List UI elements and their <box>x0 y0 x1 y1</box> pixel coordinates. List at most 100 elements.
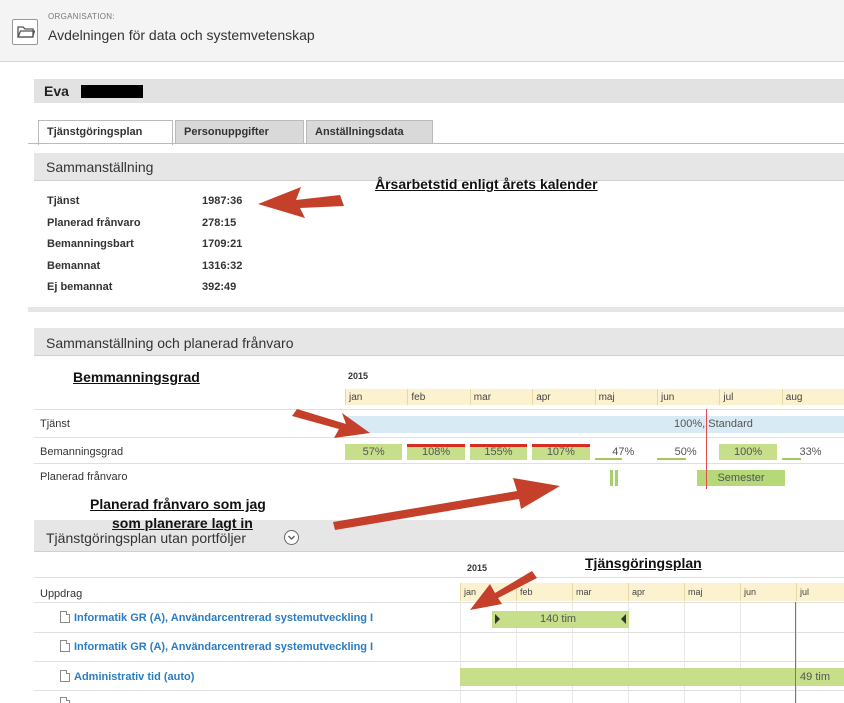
month-feb: feb <box>407 389 469 405</box>
organisation-caption: ORGANISATION: <box>48 12 115 21</box>
row-separator <box>34 661 844 662</box>
uppdrag-row-2[interactable]: Informatik GR (A), Användarcentrerad sys… <box>60 640 373 653</box>
expand-toggle-icon[interactable] <box>284 530 299 545</box>
absence-marker <box>615 470 618 486</box>
document-icon <box>60 640 70 652</box>
arrow-to-tjanst-value <box>258 187 344 218</box>
summary-value-bemannat: 1316:32 <box>202 260 243 272</box>
assignment-bar[interactable]: 140 tim <box>492 611 629 628</box>
plan-title: Tjänstgöringsplan utan portföljer <box>46 530 247 546</box>
staffing-cell: 33% <box>799 446 822 458</box>
row-separator <box>34 690 844 691</box>
organisation-header: ORGANISATION: Avdelningen för data och s… <box>0 0 844 62</box>
staffing-level-line <box>657 458 686 460</box>
uppdrag-column-header: Uppdrag <box>40 588 83 600</box>
plan-month-apr: apr <box>628 583 684 601</box>
staffing-cell: 100% <box>719 444 777 460</box>
plan-grid-column <box>740 602 741 703</box>
absence-marker <box>610 470 613 486</box>
tab-divider <box>28 143 844 144</box>
uppdrag-label: Informatik GR (A), Användarcentrerad sys… <box>74 612 374 624</box>
bar-start-handle-icon[interactable] <box>495 614 500 624</box>
admin-time-bar[interactable]: 49 tim <box>460 668 844 686</box>
summary-label-tjanst: Tjänst <box>47 195 80 207</box>
uppdrag-row-3[interactable]: Administrativ tid (auto) <box>60 670 194 683</box>
plan-grid-column <box>684 602 685 703</box>
summary-value-planerad-franvaro: 278:15 <box>202 217 237 229</box>
bar-end-handle-icon[interactable] <box>621 614 626 624</box>
month-header: jan feb mar apr maj jun jul aug <box>345 389 844 405</box>
planned-panel-header: Sammanställning och planerad frånvaro <box>34 328 844 356</box>
person-header: Eva <box>34 79 844 103</box>
overstaffing-indicator <box>407 444 465 447</box>
month-jan: jan <box>345 389 407 405</box>
document-icon <box>60 670 70 682</box>
summary-value-bemanningsbart: 1709:21 <box>202 238 243 250</box>
row-label-tjanst: Tjänst <box>40 418 70 430</box>
tab-anstallningsdata[interactable]: Anställningsdata <box>306 120 433 144</box>
annotation-arsarbetstid: Årsarbetstid enligt årets kalender <box>375 176 598 192</box>
semester-bar: Semester <box>697 470 785 486</box>
row-label-planerad-franvaro: Planerad frånvaro <box>40 471 128 483</box>
summary-label-bemanningsbart: Bemanningsbart <box>47 238 134 250</box>
gantt-year: 2015 <box>348 371 369 381</box>
plan-month-header: jan feb mar apr maj jun jul <box>460 583 844 601</box>
admin-time-bar-text: 49 tim <box>800 671 830 683</box>
staffing-cell: 57% <box>345 444 403 460</box>
uppdrag-row-4[interactable] <box>60 697 74 703</box>
summary-value-ej-bemannat: 392:49 <box>202 281 237 293</box>
row-separator <box>34 602 844 603</box>
staffing-cell: 47% <box>612 446 635 458</box>
row-separator <box>34 577 844 578</box>
plan-month-jan: jan <box>460 583 516 601</box>
staffing-level-line <box>781 458 801 460</box>
document-icon <box>60 697 70 703</box>
overstaffing-indicator <box>469 444 528 447</box>
tab-tjanstgoringsplan[interactable]: Tjänstgöringsplan <box>38 120 173 145</box>
month-jul: jul <box>719 389 781 405</box>
uppdrag-row-1[interactable]: Informatik GR (A), Användarcentrerad sys… <box>60 611 373 624</box>
summary-value-tjanst: 1987:36 <box>202 195 243 207</box>
row-separator <box>34 409 844 410</box>
row-label-bemanningsgrad: Bemanningsgrad <box>40 446 124 458</box>
row-separator <box>34 437 844 438</box>
annotation-tjansgoringsplan: Tjänsgöringsplan <box>585 555 702 571</box>
staffing-level-line <box>594 458 622 460</box>
month-jun: jun <box>657 389 719 405</box>
month-maj: maj <box>594 389 657 405</box>
month-apr: apr <box>532 389 594 405</box>
uppdrag-label: Informatik GR (A), Användarcentrerad sys… <box>74 641 374 653</box>
overstaffing-indicator <box>532 444 590 447</box>
plan-month-jul: jul <box>796 583 844 601</box>
row-separator <box>34 632 844 633</box>
document-icon <box>60 611 70 623</box>
tjanst-bar <box>345 416 844 433</box>
person-name: Eva <box>44 83 69 99</box>
plan-month-mar: mar <box>572 583 628 601</box>
plan-month-feb: feb <box>516 583 572 601</box>
organisation-name: Avdelningen för data och systemvetenskap <box>48 27 315 43</box>
redacted-surname <box>81 85 143 98</box>
tjanst-bar-text: 100%, Standard <box>674 418 753 430</box>
plan-month-maj: maj <box>684 583 740 601</box>
plan-month-jun: jun <box>740 583 796 601</box>
annotation-bemmanningsgrad: Bemmanningsgrad <box>73 369 200 385</box>
annotation-franvaro-line2: som planerare lagt in <box>112 515 253 531</box>
folder-icon[interactable] <box>12 19 38 45</box>
assignment-bar-text: 140 tim <box>540 613 577 625</box>
planned-title: Sammanställning och planerad frånvaro <box>46 335 294 351</box>
plan-grid-column <box>460 602 461 703</box>
tab-personuppgifter[interactable]: Personuppgifter <box>175 120 304 144</box>
plan-today-line <box>795 602 796 703</box>
annotation-franvaro-line1: Planerad frånvaro som jag <box>90 496 266 512</box>
today-line <box>706 409 707 489</box>
summary-label-planerad-franvaro: Planerad frånvaro <box>47 217 141 229</box>
plan-gantt-year: 2015 <box>467 563 488 573</box>
summary-panel-footer <box>28 307 844 312</box>
uppdrag-label: Administrativ tid (auto) <box>74 671 195 683</box>
plan-grid-column <box>796 602 797 703</box>
row-separator <box>34 463 844 464</box>
summary-label-ej-bemannat: Ej bemannat <box>47 281 113 293</box>
month-mar: mar <box>469 389 532 405</box>
month-aug: aug <box>781 389 844 405</box>
